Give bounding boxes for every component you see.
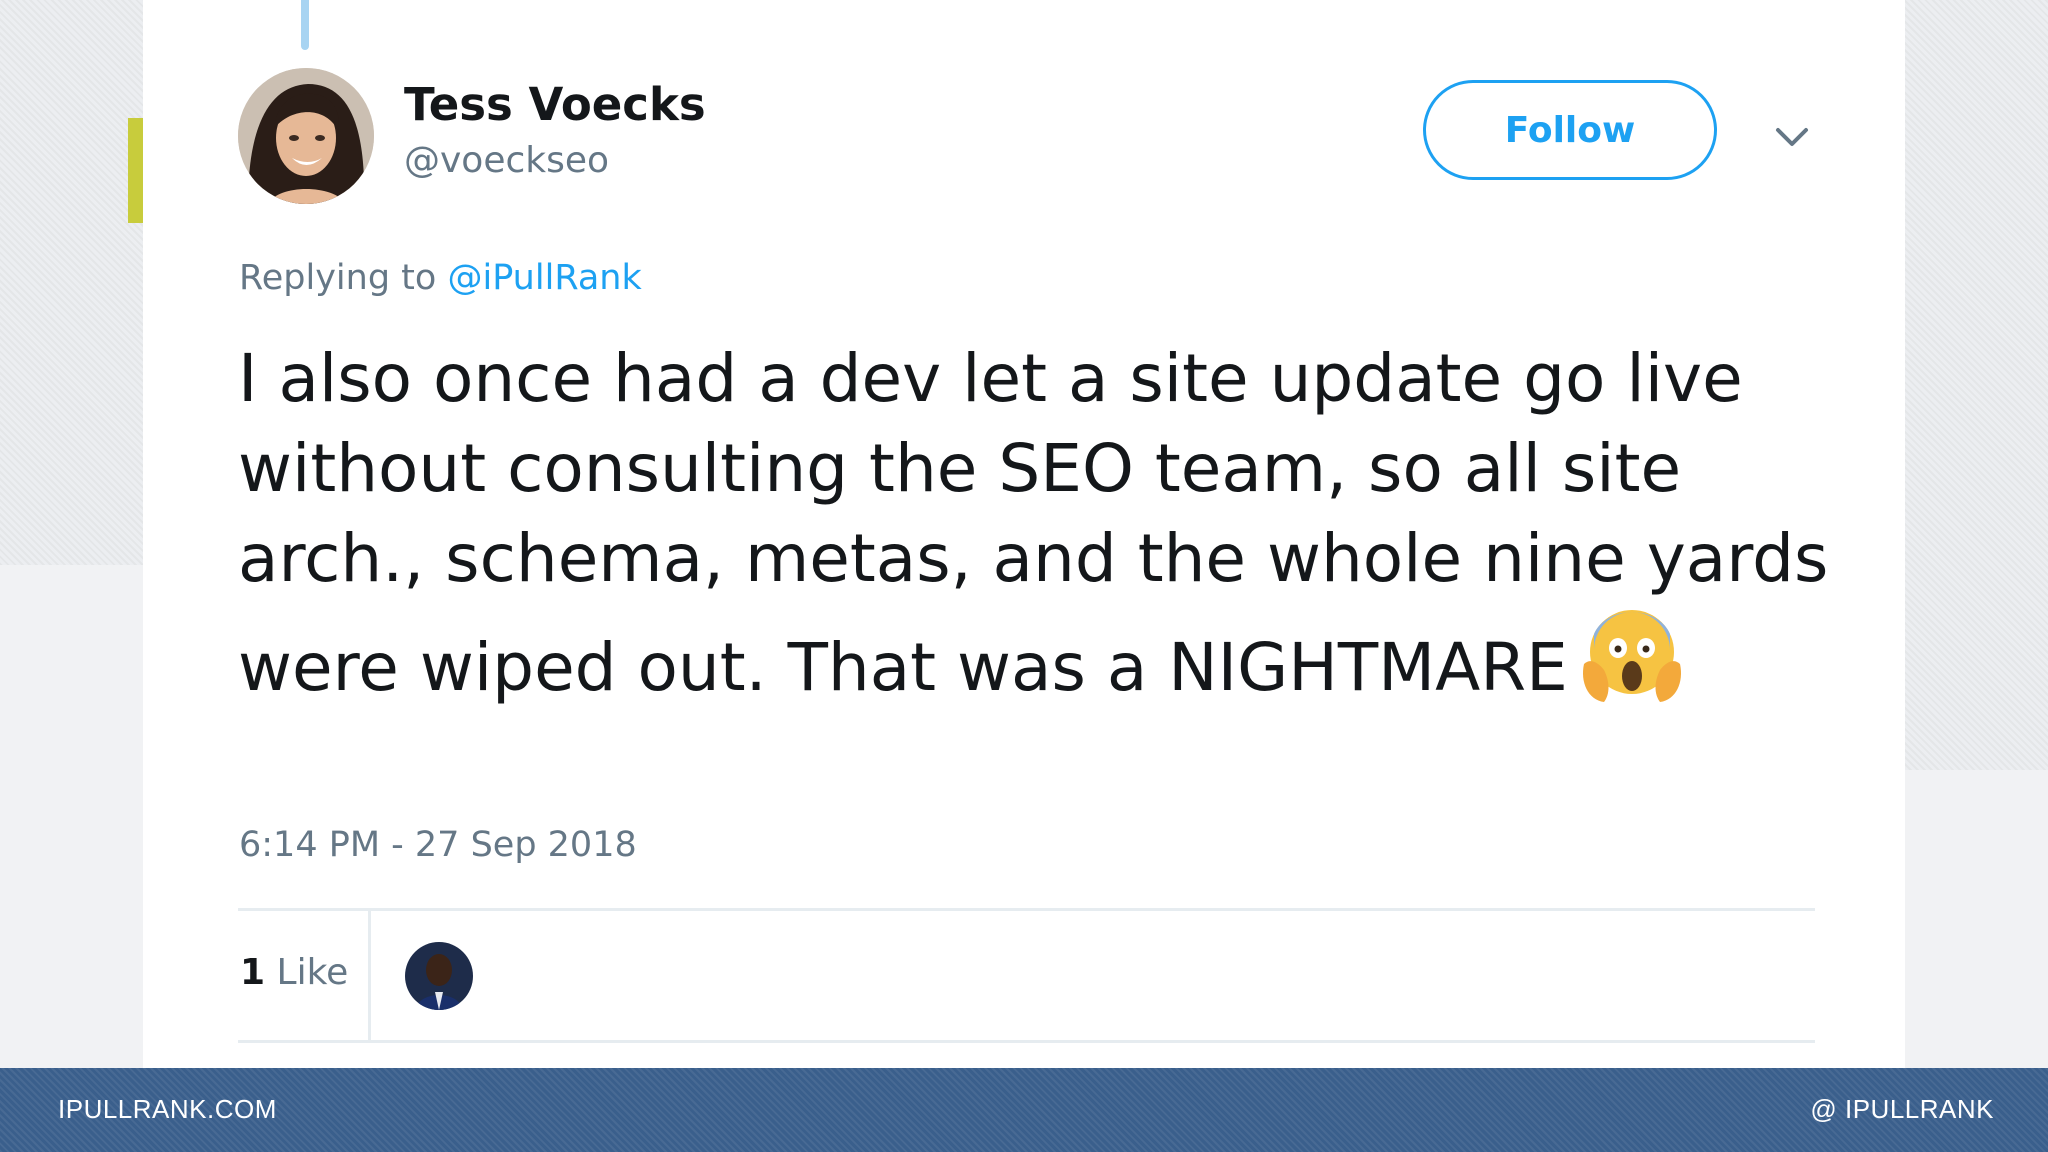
- stats-divider-vertical: [368, 911, 371, 1040]
- background-pattern-right: [1888, 0, 2048, 770]
- like-count-label: Like: [276, 952, 349, 993]
- replying-to-handle-link[interactable]: @iPullRank: [447, 258, 641, 298]
- liker-avatar[interactable]: [405, 942, 473, 1010]
- slide-accent-bar: [128, 118, 143, 223]
- author-name[interactable]: Tess Voecks: [404, 78, 706, 131]
- stats-divider-top: [238, 908, 1815, 911]
- slide-footer: IPULLRANK.COM @ IPULLRANK: [0, 1068, 2048, 1152]
- follow-button[interactable]: Follow: [1423, 80, 1717, 180]
- like-count[interactable]: 1 Like: [240, 952, 348, 993]
- like-count-number: 1: [240, 952, 266, 993]
- footer-handle: @ IPULLRANK: [1810, 1094, 1994, 1124]
- author-handle[interactable]: @voeckseo: [404, 140, 609, 181]
- tweet-timestamp[interactable]: 6:14 PM - 27 Sep 2018: [239, 825, 637, 865]
- tweet-text: I also once had a dev let a site update …: [238, 334, 1878, 713]
- chevron-down-icon[interactable]: [1772, 118, 1812, 158]
- replying-to-line: Replying to @iPullRank: [239, 258, 642, 298]
- footer-website: IPULLRANK.COM: [58, 1094, 277, 1124]
- replying-to-label: Replying to: [239, 258, 437, 298]
- stats-divider-bottom: [238, 1040, 1815, 1043]
- thread-connector-line: [301, 0, 309, 50]
- author-avatar[interactable]: [238, 68, 374, 204]
- face-screaming-in-fear-icon: [1582, 610, 1681, 702]
